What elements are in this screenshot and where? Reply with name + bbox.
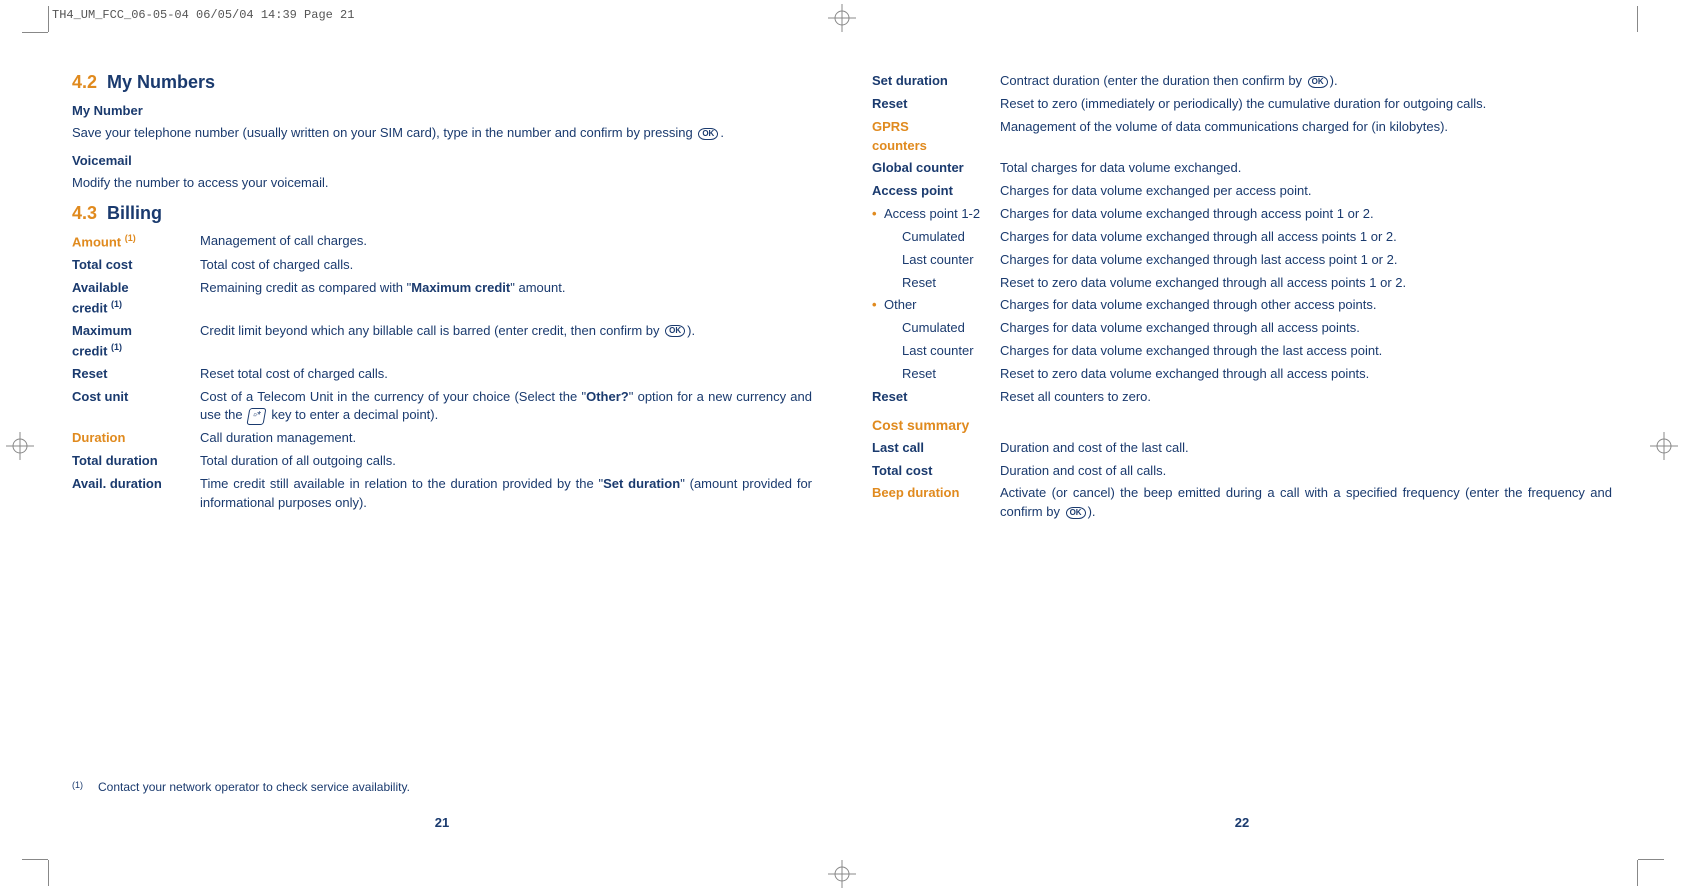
row-other-cumulated: Cumulated Charges for data volume exchan… (872, 319, 1612, 338)
page-number: 21 (72, 815, 812, 830)
row-reset-all: Reset Reset all counters to zero. (872, 388, 1612, 407)
row-beep-duration: Beep duration Activate (or cancel) the b… (872, 484, 1612, 522)
ok-icon: OK (1308, 76, 1328, 88)
row-other: • Other Charges for data volume exchange… (872, 296, 1612, 315)
ok-icon: OK (698, 128, 718, 140)
crop-mark (22, 32, 48, 33)
voicemail-subhead: Voicemail (72, 153, 812, 168)
page-number: 22 (872, 815, 1612, 830)
row-access-point-1-2: • Access point 1-2 Charges for data volu… (872, 205, 1612, 224)
row-cost-unit: Cost unit Cost of a Telecom Unit in the … (72, 388, 812, 426)
row-ap12-cumulated: Cumulated Charges for data volume exchan… (872, 228, 1612, 247)
registration-mark-icon (828, 4, 856, 32)
row-other-last-counter: Last counter Charges for data volume exc… (872, 342, 1612, 361)
page-22: Set duration Contract duration (enter th… (872, 58, 1612, 834)
cost-summary-heading: Cost summary (872, 417, 1612, 433)
my-number-subhead: My Number (72, 103, 812, 118)
row-reset: Reset Reset total cost of charged calls. (72, 365, 812, 384)
row-reset-duration: Reset Reset to zero (immediately or peri… (872, 95, 1612, 114)
crop-mark (48, 860, 49, 886)
row-avail-duration: Avail. duration Time credit still availa… (72, 475, 812, 513)
footnote: (1) Contact your network operator to che… (72, 780, 812, 794)
row-other-reset: Reset Reset to zero data volume exchange… (872, 365, 1612, 384)
row-maximum-credit: Maximumcredit (1) Credit limit beyond wh… (72, 322, 812, 361)
row-total-duration: Total duration Total duration of all out… (72, 452, 812, 471)
my-number-paragraph: Save your telephone number (usually writ… (72, 124, 812, 143)
row-duration: Duration Call duration management. (72, 429, 812, 448)
row-total-cost: Total cost Total cost of charged calls. (72, 256, 812, 275)
row-set-duration: Set duration Contract duration (enter th… (872, 72, 1612, 91)
section-4-3-heading: 4.3Billing (72, 203, 812, 224)
row-last-call: Last call Duration and cost of the last … (872, 439, 1612, 458)
row-ap12-last-counter: Last counter Charges for data volume exc… (872, 251, 1612, 270)
section-4-2-heading: 4.2My Numbers (72, 72, 812, 93)
keypad-icon: ▫* (247, 408, 267, 425)
registration-mark-icon (828, 860, 856, 888)
row-total-cost-summary: Total cost Duration and cost of all call… (872, 462, 1612, 481)
row-amount: Amount (1) Management of call charges. (72, 232, 812, 252)
registration-mark-icon (1650, 432, 1678, 460)
row-available-credit: Availablecredit (1) Remaining credit as … (72, 279, 812, 318)
registration-mark-icon (6, 432, 34, 460)
row-gprs-counters: GPRScounters Management of the volume of… (872, 118, 1612, 156)
crop-mark (48, 6, 49, 32)
crop-mark (1638, 859, 1664, 860)
crop-mark (22, 859, 48, 860)
voicemail-paragraph: Modify the number to access your voicema… (72, 174, 812, 193)
row-access-point: Access point Charges for data volume exc… (872, 182, 1612, 201)
crop-mark (1637, 6, 1638, 32)
ok-icon: OK (1066, 507, 1086, 519)
crop-mark (1637, 860, 1638, 886)
page-21: 4.2My Numbers My Number Save your teleph… (72, 58, 812, 834)
row-ap12-reset: Reset Reset to zero data volume exchange… (872, 274, 1612, 293)
ok-icon: OK (665, 325, 685, 337)
row-global-counter: Global counter Total charges for data vo… (872, 159, 1612, 178)
